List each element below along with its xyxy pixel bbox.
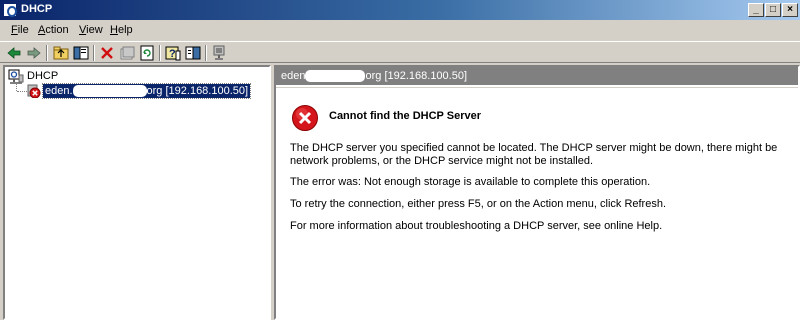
menu-action[interactable]: Action xyxy=(38,24,69,36)
error-title: Cannot find the DHCP Server xyxy=(329,110,481,122)
console-tree-pane[interactable]: DHCP eden. org [192.168.100.50] xyxy=(3,65,271,320)
minimize-button[interactable]: _ xyxy=(748,3,764,17)
menu-file[interactable]: File xyxy=(11,24,29,36)
toolbar-separator xyxy=(159,45,161,61)
error-icon xyxy=(291,104,319,132)
up-folder-icon[interactable] xyxy=(52,44,70,62)
server-console-icon[interactable] xyxy=(210,44,228,62)
retry-instructions: To retry the connection, either press F5… xyxy=(290,198,667,210)
properties-icon[interactable] xyxy=(118,44,136,62)
refresh-icon[interactable] xyxy=(138,44,156,62)
forward-icon[interactable] xyxy=(25,44,43,62)
tree-label-server: eden. org [192.168.100.50] xyxy=(41,83,252,99)
tree-label-dhcp: DHCP xyxy=(27,70,59,82)
error-message-panel: Cannot find the DHCP Server The DHCP ser… xyxy=(276,87,798,318)
error-description: The DHCP server you specified cannot be … xyxy=(290,142,778,167)
detail-pane: eden org [192.168.100.50] Cannot find the… xyxy=(274,65,800,320)
svg-text:?: ? xyxy=(169,48,176,60)
header-suffix: org [192.168.100.50] xyxy=(365,70,468,82)
show-hide-tree-icon[interactable] xyxy=(72,44,90,62)
server-name-suffix: org [192.168.100.50] xyxy=(146,85,249,97)
help-info: For more information about troubleshooti… xyxy=(290,220,663,232)
toolbar-separator xyxy=(205,45,207,61)
menu-help[interactable]: Help xyxy=(110,24,133,36)
error-detail: The error was: Not enough storage is ava… xyxy=(290,176,651,188)
tree-connector xyxy=(16,83,17,91)
menu-bar: File Action View Help xyxy=(0,21,800,40)
toolbar-separator xyxy=(93,45,95,61)
toolbar-separator xyxy=(46,45,48,61)
redacted-region xyxy=(72,85,147,98)
header-prefix: eden xyxy=(281,70,306,82)
action-pane-icon[interactable] xyxy=(184,44,202,62)
detail-header: eden org [192.168.100.50] xyxy=(276,67,798,85)
help-icon[interactable]: ? xyxy=(164,44,182,62)
server-name-prefix: eden. xyxy=(45,85,73,97)
delete-icon[interactable] xyxy=(98,44,116,62)
maximize-button[interactable]: □ xyxy=(765,3,781,17)
title-bar[interactable]: DHCP _ □ × xyxy=(0,0,800,20)
dhcp-app-icon xyxy=(3,3,17,17)
menu-view[interactable]: View xyxy=(79,24,103,36)
toolbar: ? xyxy=(0,41,800,63)
window-title: DHCP xyxy=(21,3,53,15)
back-icon[interactable] xyxy=(5,44,23,62)
server-error-icon xyxy=(27,84,41,99)
close-button[interactable]: × xyxy=(782,3,798,17)
tree-connector xyxy=(17,91,27,92)
redacted-region xyxy=(305,70,366,83)
